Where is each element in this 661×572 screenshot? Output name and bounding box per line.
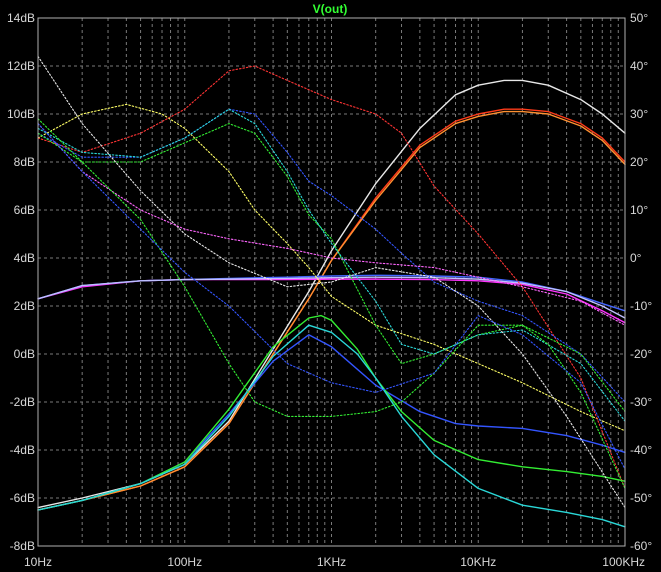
y-left-tick-label: 0dB: [14, 347, 35, 361]
y-left-tick-label: 12dB: [7, 59, 35, 73]
y-right-tick-label: 30°: [630, 107, 648, 121]
y-left-tick-label: 6dB: [14, 203, 35, 217]
plot-background: [0, 0, 661, 572]
y-left-tick-label: 8dB: [14, 155, 35, 169]
x-tick-label: 10KHz: [460, 555, 496, 569]
y-right-tick-label: 50°: [630, 11, 648, 25]
y-left-tick-label: -4dB: [10, 443, 35, 457]
x-tick-label: 1KHz: [317, 555, 346, 569]
y-left-tick-label: -6dB: [10, 491, 35, 505]
y-left-tick-label: 14dB: [7, 11, 35, 25]
y-left-tick-label: -8dB: [10, 539, 35, 553]
y-left-tick-label: 2dB: [14, 299, 35, 313]
y-right-tick-label: -60°: [630, 539, 652, 553]
y-left-tick-label: -2dB: [10, 395, 35, 409]
y-right-tick-label: -30°: [630, 395, 652, 409]
y-right-tick-label: -50°: [630, 491, 652, 505]
plot-window: 14dB 12dB 10dB 8dB 6dB 4dB 2dB 0dB -2dB -4dB -6dB -…: [0, 0, 661, 572]
plot-title[interactable]: V(out): [313, 2, 348, 16]
y-right-tick-label: 0°: [630, 251, 642, 265]
x-tick-label: 100Hz: [167, 555, 202, 569]
y-right-tick-label: -10°: [630, 299, 652, 313]
x-tick-label: 100KHz: [602, 555, 645, 569]
y-right-tick-label: 40°: [630, 59, 648, 73]
y-left-tick-label: 10dB: [7, 107, 35, 121]
y-right-tick-label: -40°: [630, 443, 652, 457]
y-right-tick-label: -20°: [630, 347, 652, 361]
y-left-tick-label: 4dB: [14, 251, 35, 265]
y-right-tick-label: 20°: [630, 155, 648, 169]
bode-plot: 14dB 12dB 10dB 8dB 6dB 4dB 2dB 0dB -2dB -4dB -6dB -…: [0, 0, 661, 572]
x-tick-label: 10Hz: [24, 555, 52, 569]
y-right-tick-label: 10°: [630, 203, 648, 217]
